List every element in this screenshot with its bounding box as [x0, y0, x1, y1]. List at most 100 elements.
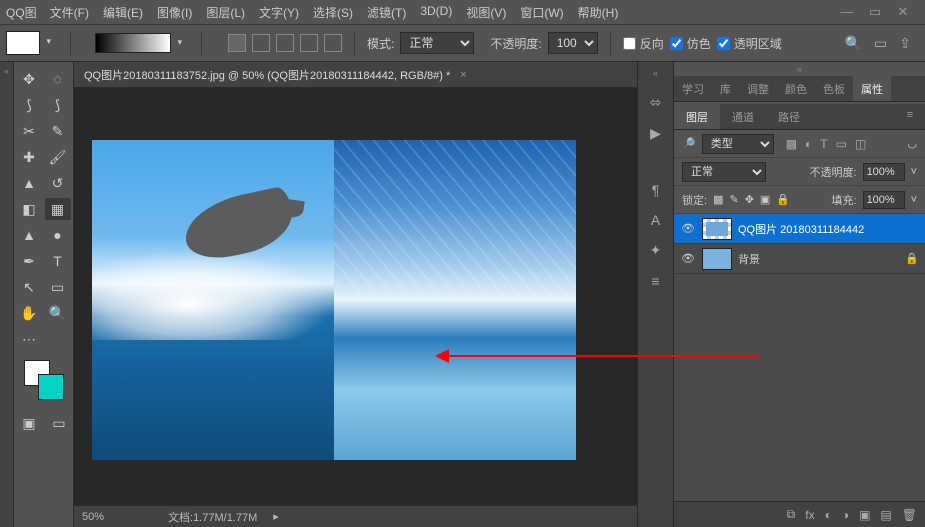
path-select-icon[interactable]: ↖ [16, 276, 42, 298]
magnetic-lasso-icon[interactable]: ⟆ [45, 94, 71, 116]
eraser-tool-icon[interactable]: ◧ [16, 198, 42, 220]
layer-fill-input[interactable] [863, 191, 905, 209]
tab-layers[interactable]: 图层 [674, 104, 720, 129]
gradient-preview[interactable] [95, 33, 171, 53]
layer-opacity-input[interactable] [863, 163, 905, 181]
tab-channels[interactable]: 通道 [720, 104, 766, 129]
hand-tool-icon[interactable]: ✋ [16, 302, 42, 324]
group-icon[interactable]: ▣ [859, 508, 870, 522]
menu-3d[interactable]: 3D(D) [413, 0, 459, 25]
history-brush-icon[interactable]: ↺ [45, 172, 71, 194]
play-icon[interactable]: ▶ [650, 125, 661, 142]
minimize-icon[interactable]: — [837, 4, 857, 20]
lock-artboard-icon[interactable]: ▣ [760, 193, 770, 206]
tab-learn[interactable]: 学习 [674, 76, 712, 101]
collapse-toggle-icon[interactable]: « [653, 66, 658, 80]
extra-tool-icon[interactable]: ⋯ [16, 328, 42, 350]
menu-window[interactable]: 窗口(W) [513, 0, 570, 25]
menu-image[interactable]: 图像(I) [150, 0, 199, 25]
tab-properties[interactable]: 属性 [853, 76, 891, 101]
share-icon[interactable]: ⇪ [899, 35, 911, 52]
reflected-gradient-icon[interactable] [300, 34, 318, 52]
dropdown-icon[interactable]: ˅ [911, 194, 917, 206]
linear-gradient-icon[interactable] [228, 34, 246, 52]
lock-pixels-icon[interactable]: ▩ [713, 193, 723, 206]
status-chevron-icon[interactable]: ▸ [273, 510, 279, 523]
menu-view[interactable]: 视图(V) [459, 0, 513, 25]
panel-collapse-icon[interactable]: « [674, 62, 925, 76]
search-icon[interactable]: 🔍 [845, 35, 862, 52]
layer-item[interactable]: 👁 背景 🔒 [674, 244, 925, 274]
crop-tool-icon[interactable]: ✂ [16, 120, 42, 142]
pen-tool-icon[interactable]: ✒ [16, 250, 42, 272]
layer-filter-select[interactable]: 类型 [702, 134, 774, 154]
workspace-icon[interactable]: ▭ [874, 35, 887, 52]
dither-checkbox[interactable]: 仿色 [670, 35, 711, 52]
visibility-icon[interactable]: 👁 [680, 252, 696, 265]
lock-position-icon[interactable]: ✥ [745, 193, 754, 206]
filter-shape-icon[interactable]: ▭ [836, 137, 847, 151]
filter-type-icon[interactable]: T [820, 137, 827, 151]
healing-brush-icon[interactable]: ✚ [16, 146, 42, 168]
document-tab[interactable]: QQ图片20180311183752.jpg @ 50% (QQ图片201803… [74, 62, 637, 88]
eyedropper-tool-icon[interactable]: ✎ [45, 120, 71, 142]
tab-adjust[interactable]: 调整 [739, 76, 777, 101]
tab-paths[interactable]: 路径 [766, 104, 812, 129]
filter-image-icon[interactable]: ▩ [786, 137, 797, 151]
new-layer-icon[interactable]: ▤ [880, 508, 891, 522]
background-swatch[interactable] [38, 374, 64, 400]
lock-brush-icon[interactable]: ✎ [729, 193, 738, 206]
transparency-checkbox[interactable]: 透明区域 [717, 35, 782, 52]
maximize-icon[interactable]: ▭ [865, 4, 885, 20]
canvas-viewport[interactable] [74, 88, 637, 505]
opacity-select[interactable]: 100% [548, 32, 598, 54]
dodge-tool-icon[interactable]: ● [45, 224, 71, 246]
tab-color[interactable]: 颜色 [777, 76, 815, 101]
search-small-icon[interactable]: 🔎 [682, 137, 696, 150]
link-layers-icon[interactable]: ⧉ [787, 507, 796, 522]
radial-gradient-icon[interactable] [252, 34, 270, 52]
blur-tool-icon[interactable]: ▲ [16, 224, 42, 246]
brush-panel-icon[interactable]: ✦ [650, 242, 662, 259]
blend-mode-select[interactable]: 正常 [400, 32, 474, 54]
move-tool-icon[interactable]: ✥ [16, 68, 42, 90]
swatches-panel-icon[interactable]: ≡ [651, 273, 659, 289]
layer-name[interactable]: QQ图片 20180311184442 [738, 221, 864, 237]
tab-swatches[interactable]: 色板 [815, 76, 853, 101]
visibility-icon[interactable]: 👁 [680, 222, 696, 235]
foreground-color-button[interactable] [6, 31, 40, 55]
screenmode-icon[interactable]: ▭ [46, 412, 72, 434]
diamond-gradient-icon[interactable] [324, 34, 342, 52]
close-icon[interactable]: ✕ [893, 4, 913, 20]
angle-gradient-icon[interactable] [276, 34, 294, 52]
layer-thumbnail[interactable] [702, 248, 732, 270]
mask-icon[interactable]: ◐ [825, 508, 832, 522]
zoom-readout[interactable]: 50% [82, 511, 152, 523]
menu-file[interactable]: 文件(F) [43, 0, 96, 25]
menu-edit[interactable]: 编辑(E) [96, 0, 150, 25]
gradient-tool-icon[interactable]: ▦ [45, 198, 71, 220]
layer-blend-select[interactable]: 正常 [682, 162, 766, 182]
filter-smart-icon[interactable]: ◫ [855, 137, 866, 151]
clone-stamp-icon[interactable]: ▲ [16, 172, 42, 194]
layer-thumbnail[interactable] [702, 218, 732, 240]
shape-tool-icon[interactable]: ▭ [45, 276, 71, 298]
reverse-checkbox[interactable]: 反向 [623, 35, 664, 52]
filter-toggle-icon[interactable]: ◡ [907, 137, 917, 150]
left-collapse-strip[interactable]: « [0, 62, 14, 527]
zoom-tool-icon[interactable]: 🔍 [45, 302, 71, 324]
menu-select[interactable]: 选择(S) [306, 0, 360, 25]
fill-adjust-icon[interactable]: ◑ [842, 508, 849, 522]
layer-name[interactable]: 背景 [738, 251, 760, 267]
tab-library[interactable]: 库 [712, 76, 739, 101]
dropdown-icon[interactable]: ˅ [911, 166, 917, 178]
histogram-icon[interactable]: ⬄ [650, 94, 662, 111]
marquee-tool-icon[interactable]: ◌ [45, 68, 71, 90]
filter-adjust-icon[interactable]: ◐ [805, 137, 812, 151]
character-icon[interactable]: A [651, 212, 660, 228]
canvas[interactable] [92, 140, 576, 460]
trash-icon[interactable]: 🗑 [902, 508, 917, 522]
lock-all-icon[interactable]: 🔒 [776, 193, 790, 206]
fx-icon[interactable]: fx [805, 508, 814, 522]
quickmask-icon[interactable]: ▣ [16, 412, 42, 434]
